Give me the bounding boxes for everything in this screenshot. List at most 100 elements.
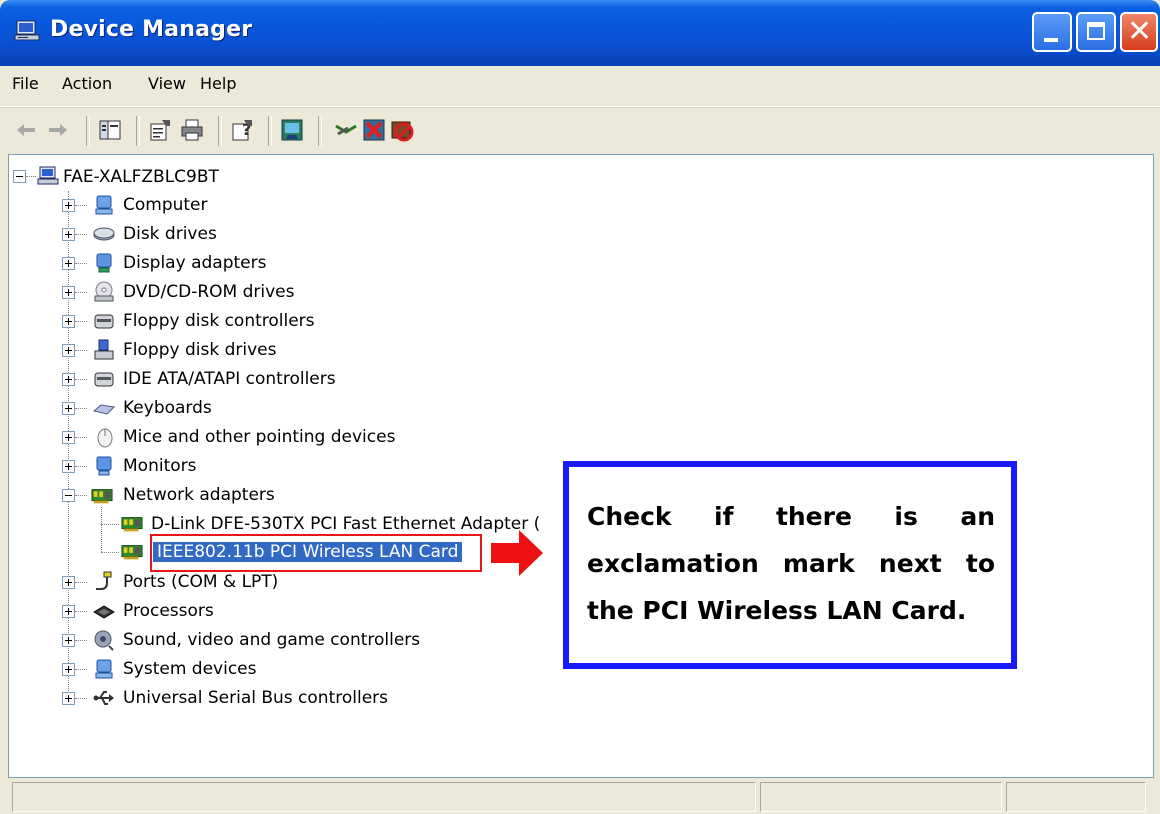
tree-connector: [75, 321, 87, 322]
tree-expand[interactable]: [62, 460, 75, 473]
floppy-controller-icon: [94, 314, 114, 329]
maximize-button[interactable]: [1076, 12, 1116, 52]
tree-connector: [75, 350, 87, 351]
tree-item-processors[interactable]: Processors: [123, 601, 214, 621]
status-bar: [8, 778, 1152, 814]
properties-icon[interactable]: [148, 118, 172, 142]
tree-connector: [75, 437, 87, 438]
sound-icon: [94, 630, 114, 651]
tree-item-floppy-controllers[interactable]: Floppy disk controllers: [123, 311, 315, 331]
tree-expand[interactable]: [62, 286, 75, 299]
device-manager-window: Device Manager ✕ File Action View Help ?…: [0, 0, 1160, 814]
minimize-button[interactable]: [1032, 12, 1072, 52]
monitor-icon: [96, 456, 112, 476]
network-adapter-icon: [121, 517, 143, 532]
tree-item-ethernet-adapter[interactable]: D-Link DFE-530TX PCI Fast Ethernet Adapt…: [151, 514, 540, 534]
ide-controller-icon: [94, 372, 114, 387]
tree-expand[interactable]: [62, 692, 75, 705]
tree-item-keyboards[interactable]: Keyboards: [123, 398, 212, 418]
tree-root-label[interactable]: FAE-XALFZBLC9BT: [63, 167, 219, 187]
computer-category-icon: [95, 195, 113, 215]
computer-icon: [37, 166, 59, 185]
tree-item-display-adapters[interactable]: Display adapters: [123, 253, 266, 273]
tree-item-network-adapters[interactable]: Network adapters: [123, 485, 275, 505]
tree-connector: [75, 408, 87, 409]
tree-connector: [75, 582, 87, 583]
tree-item-ide-controllers[interactable]: IDE ATA/ATAPI controllers: [123, 369, 336, 389]
disable-icon[interactable]: [390, 118, 414, 142]
status-pane: [760, 782, 1002, 812]
back-icon[interactable]: [14, 118, 38, 142]
tree-item-system-devices[interactable]: System devices: [123, 659, 257, 679]
network-adapter-icon: [121, 545, 143, 560]
tree-item-computer[interactable]: Computer: [123, 195, 208, 215]
toolbar-separator: [136, 116, 140, 146]
status-pane: [12, 782, 756, 812]
show-hide-console-tree-icon[interactable]: [98, 118, 122, 142]
tree-item-usb[interactable]: Universal Serial Bus controllers: [123, 688, 388, 708]
tree-item-dvd-drives[interactable]: DVD/CD-ROM drives: [123, 282, 294, 302]
system-devices-icon: [95, 659, 113, 679]
tree-item-floppy-drives[interactable]: Floppy disk drives: [123, 340, 276, 360]
tree-connector: [75, 234, 87, 235]
tree-item-monitors[interactable]: Monitors: [123, 456, 196, 476]
tree-item-disk-drives[interactable]: Disk drives: [123, 224, 217, 244]
tree-connector: [26, 176, 36, 177]
title-bar[interactable]: Device Manager ✕: [0, 0, 1160, 66]
tree-expand[interactable]: [62, 315, 75, 328]
tree-collapse-network[interactable]: [62, 489, 75, 502]
tree-expand[interactable]: [62, 576, 75, 589]
tree-expand[interactable]: [62, 257, 75, 270]
tree-connector: [75, 669, 87, 670]
floppy-drive-icon: [94, 339, 114, 360]
menu-action[interactable]: Action: [62, 74, 112, 93]
tree-expand[interactable]: [62, 431, 75, 444]
tree-item-ports[interactable]: Ports (COM & LPT): [123, 572, 278, 592]
callout-box: Check if there is an exclamation mark ne…: [563, 461, 1017, 669]
tree-connector: [75, 205, 87, 206]
processor-icon: [93, 605, 115, 619]
tree-expand[interactable]: [62, 402, 75, 415]
tree-expand[interactable]: [62, 228, 75, 241]
help-icon[interactable]: ?: [230, 118, 254, 142]
tree-connector: [101, 507, 102, 552]
arrow-icon: [491, 530, 543, 576]
menu-bar: File Action View Help: [0, 66, 1160, 107]
print-icon[interactable]: [180, 118, 204, 142]
forward-icon[interactable]: [46, 118, 70, 142]
close-icon: ✕: [1127, 14, 1153, 49]
tree-item-sound[interactable]: Sound, video and game controllers: [123, 630, 420, 650]
tree-expand[interactable]: [62, 344, 75, 357]
tree-connector: [75, 611, 87, 612]
uninstall-icon[interactable]: [362, 118, 386, 142]
toolbar-separator: [218, 116, 222, 146]
computer-icon: [14, 20, 40, 41]
tree-expand[interactable]: [62, 373, 75, 386]
tree-connector: [75, 495, 87, 496]
menu-view[interactable]: View: [148, 74, 186, 93]
toolbar-separator: [318, 116, 322, 146]
tree-connector: [75, 698, 87, 699]
tree-item-mice[interactable]: Mice and other pointing devices: [123, 427, 395, 447]
toolbar-separator: [86, 116, 90, 146]
menu-file[interactable]: File: [12, 74, 39, 93]
scan-hardware-icon[interactable]: [280, 118, 304, 142]
menu-help[interactable]: Help: [200, 74, 236, 93]
tree-connector: [75, 263, 87, 264]
tree-expand[interactable]: [62, 663, 75, 676]
tree-expand[interactable]: [62, 199, 75, 212]
disk-drive-icon: [93, 227, 115, 241]
port-icon: [96, 571, 112, 590]
maximize-icon: [1087, 22, 1105, 40]
tree-connector: [75, 379, 87, 380]
update-driver-icon[interactable]: [334, 118, 358, 142]
tree-connector: [75, 640, 87, 641]
close-button[interactable]: ✕: [1120, 12, 1158, 52]
tree-expand[interactable]: [62, 634, 75, 647]
tree-expand[interactable]: [62, 605, 75, 618]
tree-connector: [75, 292, 87, 293]
window-title: Device Manager: [50, 17, 253, 42]
toolbar-separator: [268, 116, 272, 146]
tree-collapse-root[interactable]: [13, 170, 26, 183]
dvd-drive-icon: [94, 281, 114, 302]
